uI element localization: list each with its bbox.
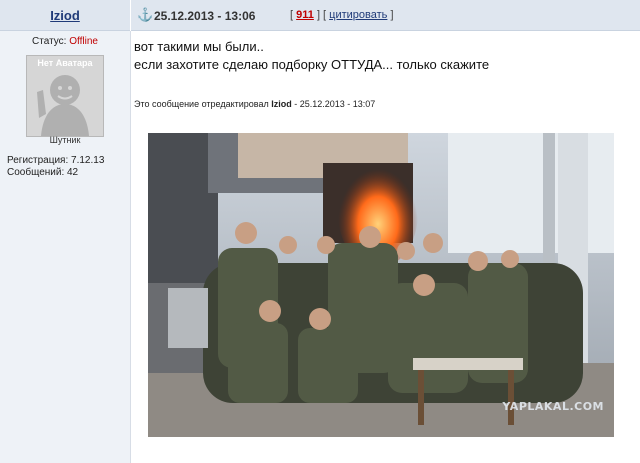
post-date: 25.12.2013 - 13:06 — [154, 9, 256, 23]
quote-link[interactable]: цитировать — [329, 9, 387, 21]
avatar-caption: Нет Аватара — [37, 58, 93, 68]
status-label: Статус: — [32, 36, 67, 47]
message-count: Сообщений: 42 — [7, 167, 79, 178]
photo-watermark: YAPLAKAL.COM — [502, 400, 604, 413]
rating-group: [ 911 ] [ цитировать ] — [290, 9, 394, 21]
anchor-icon[interactable]: ⚓ — [137, 7, 153, 23]
post-text-line-2: если захотите сделаю подборку ОТТУДА... … — [134, 57, 490, 72]
group-photo-image — [148, 133, 614, 437]
user-status: Статус: Offline — [0, 36, 130, 47]
registration-date: Регистрация: 7.12.13 — [7, 155, 105, 166]
user-stats: Регистрация: 7.12.13 Сообщений: 42 — [7, 155, 104, 179]
user-rank: Шутник — [49, 135, 81, 145]
status-value: Offline — [69, 36, 98, 47]
edit-prefix: Это сообщение отредактировал — [134, 99, 269, 109]
edit-time: - 25.12.2013 - 13:07 — [294, 99, 376, 109]
bracket-close: ] — [390, 9, 394, 21]
bracket-open: [ — [290, 9, 294, 21]
post-text-line-1: вот такими мы были.. — [134, 39, 264, 54]
avatar-placeholder-icon — [27, 56, 103, 136]
avatar: Нет Аватара — [26, 55, 104, 137]
username-link[interactable]: Iziod — [0, 8, 130, 23]
rating-count[interactable]: 911 — [296, 9, 314, 21]
edit-user: Iziod — [271, 99, 292, 109]
edit-note: Это сообщение отредактировал Iziod - 25.… — [134, 99, 375, 109]
bracket-sep: ] [ — [316, 9, 327, 21]
post-photo[interactable]: YAPLAKAL.COM — [148, 133, 614, 437]
